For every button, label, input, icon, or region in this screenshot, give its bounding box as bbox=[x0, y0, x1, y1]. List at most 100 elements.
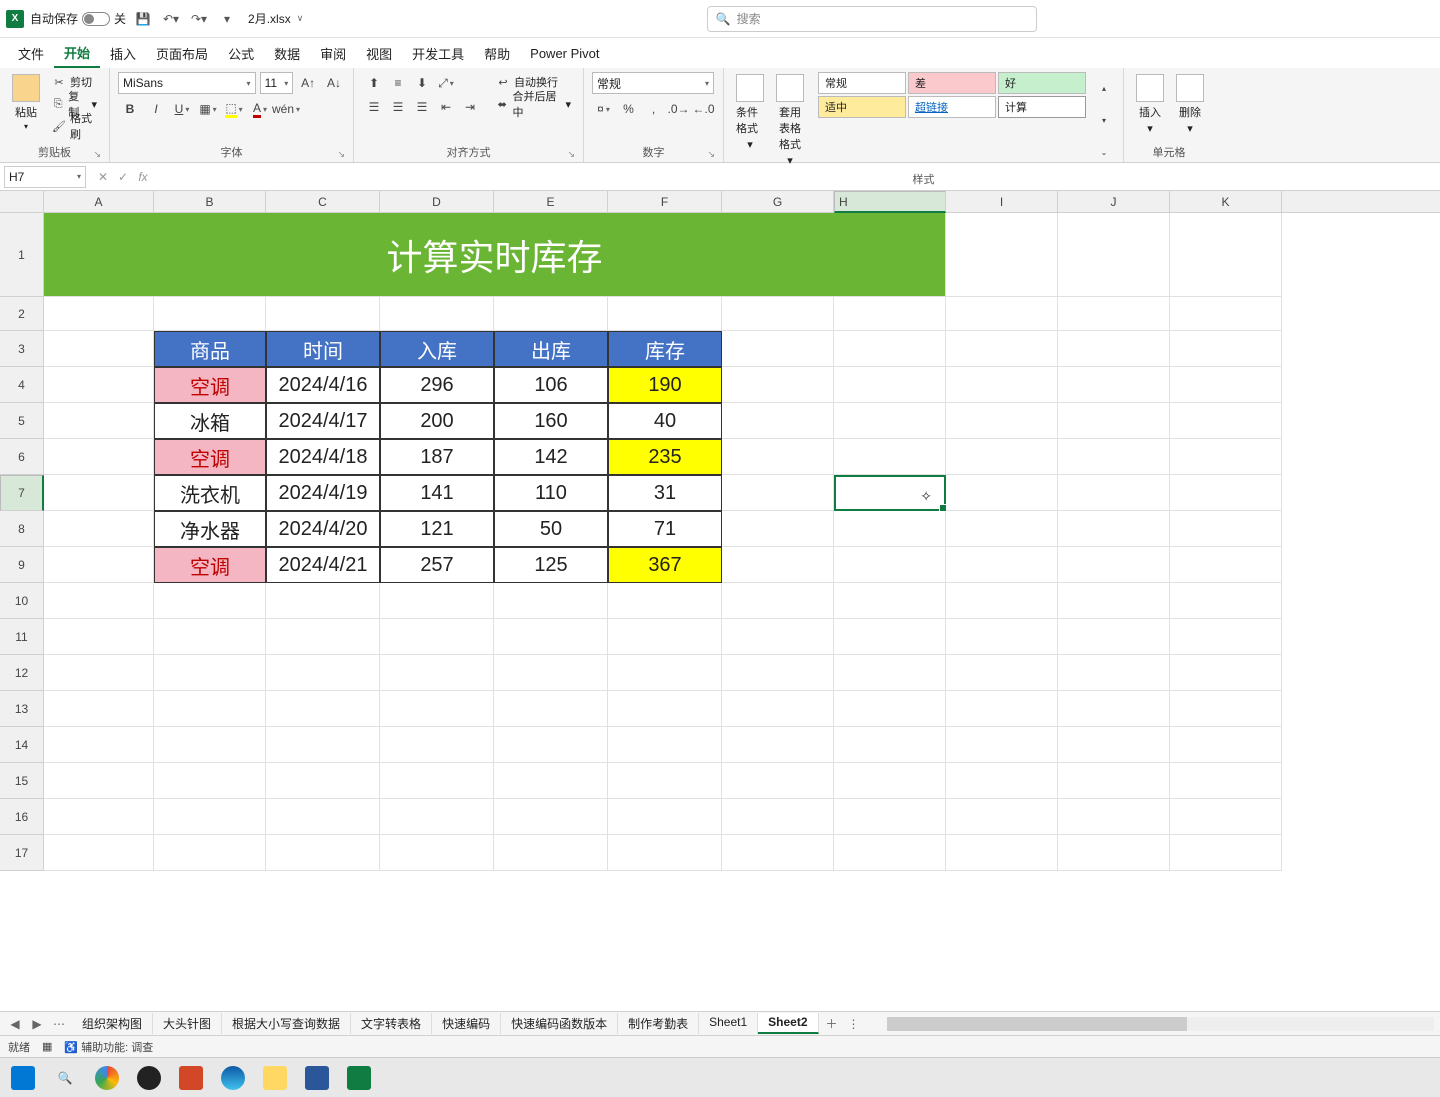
style-bad[interactable]: 差 bbox=[908, 72, 996, 94]
cell-A11[interactable] bbox=[44, 619, 154, 655]
cell-G10[interactable] bbox=[722, 583, 834, 619]
cell-D3[interactable]: 入库 bbox=[380, 331, 494, 367]
cell-D5[interactable]: 200 bbox=[380, 403, 494, 439]
styles-scroll-down[interactable]: ▾ bbox=[1092, 109, 1116, 131]
cell-B3[interactable]: 商品 bbox=[154, 331, 266, 367]
format-painter-button[interactable]: 🖌格式刷 bbox=[48, 116, 101, 136]
col-header-D[interactable]: D bbox=[380, 191, 494, 212]
cell-G4[interactable] bbox=[722, 367, 834, 403]
accounting-format-button[interactable]: ¤ bbox=[592, 98, 615, 120]
paste-button[interactable]: 粘贴▾ bbox=[8, 72, 44, 136]
cell-I6[interactable] bbox=[946, 439, 1058, 475]
cell-C7[interactable]: 2024/4/19 bbox=[266, 475, 380, 511]
tab-公式[interactable]: 公式 bbox=[218, 40, 264, 67]
align-bottom-button[interactable]: ⬇ bbox=[410, 72, 434, 94]
align-launcher[interactable]: ↘ bbox=[567, 149, 575, 160]
bold-button[interactable]: B bbox=[118, 98, 142, 120]
select-all-corner[interactable] bbox=[0, 191, 44, 212]
cell-B8[interactable]: 净水器 bbox=[154, 511, 266, 547]
cell-K14[interactable] bbox=[1170, 727, 1282, 763]
cell-B12[interactable] bbox=[154, 655, 266, 691]
cell-D16[interactable] bbox=[380, 799, 494, 835]
cell-C16[interactable] bbox=[266, 799, 380, 835]
tab-插入[interactable]: 插入 bbox=[100, 40, 146, 67]
cell-J13[interactable] bbox=[1058, 691, 1170, 727]
cell-G2[interactable] bbox=[722, 297, 834, 331]
cell-K10[interactable] bbox=[1170, 583, 1282, 619]
cell-K7[interactable] bbox=[1170, 475, 1282, 511]
cell-C10[interactable] bbox=[266, 583, 380, 619]
font-launcher[interactable]: ↘ bbox=[337, 149, 345, 160]
cell-E17[interactable] bbox=[494, 835, 608, 871]
cell-K16[interactable] bbox=[1170, 799, 1282, 835]
cell-E13[interactable] bbox=[494, 691, 608, 727]
sheet-tab-大头针图[interactable]: 大头针图 bbox=[153, 1013, 222, 1034]
styles-scroll-up[interactable]: ▴ bbox=[1092, 77, 1116, 99]
sheet-nav-prev[interactable]: ◀ bbox=[6, 1017, 24, 1031]
cell-I14[interactable] bbox=[946, 727, 1058, 763]
cell-G15[interactable] bbox=[722, 763, 834, 799]
clipboard-launcher[interactable]: ↘ bbox=[93, 149, 101, 160]
cell-A5[interactable] bbox=[44, 403, 154, 439]
number-format-select[interactable]: 常规▾ bbox=[592, 72, 714, 94]
italic-button[interactable]: I bbox=[144, 98, 168, 120]
cell-K13[interactable] bbox=[1170, 691, 1282, 727]
increase-font-button[interactable]: A↑ bbox=[297, 72, 319, 94]
cell-B11[interactable] bbox=[154, 619, 266, 655]
row-header-13[interactable]: 13 bbox=[0, 691, 44, 727]
fx-button[interactable]: fx bbox=[134, 170, 152, 184]
cell-K9[interactable] bbox=[1170, 547, 1282, 583]
cell-K3[interactable] bbox=[1170, 331, 1282, 367]
tab-帮助[interactable]: 帮助 bbox=[474, 40, 520, 67]
increase-decimal-button[interactable]: .0→ bbox=[667, 98, 690, 120]
cell-I12[interactable] bbox=[946, 655, 1058, 691]
cell-F3[interactable]: 库存 bbox=[608, 331, 722, 367]
phonetic-button[interactable]: wén bbox=[274, 98, 298, 120]
cell-J11[interactable] bbox=[1058, 619, 1170, 655]
cell-H15[interactable] bbox=[834, 763, 946, 799]
cell-G11[interactable] bbox=[722, 619, 834, 655]
cell-H8[interactable] bbox=[834, 511, 946, 547]
cell-A7[interactable] bbox=[44, 475, 154, 511]
cell-B17[interactable] bbox=[154, 835, 266, 871]
cell-F10[interactable] bbox=[608, 583, 722, 619]
conditional-format-button[interactable]: 条件格式▾ bbox=[732, 72, 768, 169]
row-header-3[interactable]: 3 bbox=[0, 331, 44, 367]
autosave-toggle[interactable]: 自动保存 关 bbox=[30, 10, 126, 27]
start-button[interactable] bbox=[4, 1062, 42, 1094]
sheet-tab-文字转表格[interactable]: 文字转表格 bbox=[351, 1013, 432, 1034]
cell-A17[interactable] bbox=[44, 835, 154, 871]
cell-H9[interactable] bbox=[834, 547, 946, 583]
align-top-button[interactable]: ⬆ bbox=[362, 72, 386, 94]
percent-button[interactable]: % bbox=[617, 98, 640, 120]
cell-J8[interactable] bbox=[1058, 511, 1170, 547]
cell-B14[interactable] bbox=[154, 727, 266, 763]
cell-A9[interactable] bbox=[44, 547, 154, 583]
cell-F17[interactable] bbox=[608, 835, 722, 871]
cell-A8[interactable] bbox=[44, 511, 154, 547]
cell-A1[interactable]: 计算实时库存 bbox=[44, 213, 946, 297]
cell-K4[interactable] bbox=[1170, 367, 1282, 403]
chrome-taskbar-icon[interactable] bbox=[88, 1062, 126, 1094]
cell-A10[interactable] bbox=[44, 583, 154, 619]
cell-E8[interactable]: 50 bbox=[494, 511, 608, 547]
cell-C6[interactable]: 2024/4/18 bbox=[266, 439, 380, 475]
tab-Power Pivot[interactable]: Power Pivot bbox=[520, 42, 609, 65]
cell-H11[interactable] bbox=[834, 619, 946, 655]
cell-E14[interactable] bbox=[494, 727, 608, 763]
cell-C5[interactable]: 2024/4/17 bbox=[266, 403, 380, 439]
orientation-button[interactable]: ⤢ bbox=[434, 72, 458, 94]
row-header-15[interactable]: 15 bbox=[0, 763, 44, 799]
cell-J14[interactable] bbox=[1058, 727, 1170, 763]
col-header-C[interactable]: C bbox=[266, 191, 380, 212]
cell-D11[interactable] bbox=[380, 619, 494, 655]
row-header-4[interactable]: 4 bbox=[0, 367, 44, 403]
cell-B7[interactable]: 洗衣机 bbox=[154, 475, 266, 511]
number-launcher[interactable]: ↘ bbox=[707, 149, 715, 160]
row-header-10[interactable]: 10 bbox=[0, 583, 44, 619]
cancel-formula-button[interactable]: ✕ bbox=[94, 170, 112, 184]
cell-C4[interactable]: 2024/4/16 bbox=[266, 367, 380, 403]
cell-E5[interactable]: 160 bbox=[494, 403, 608, 439]
fill-color-button[interactable]: ⬚ bbox=[222, 98, 246, 120]
cell-J5[interactable] bbox=[1058, 403, 1170, 439]
